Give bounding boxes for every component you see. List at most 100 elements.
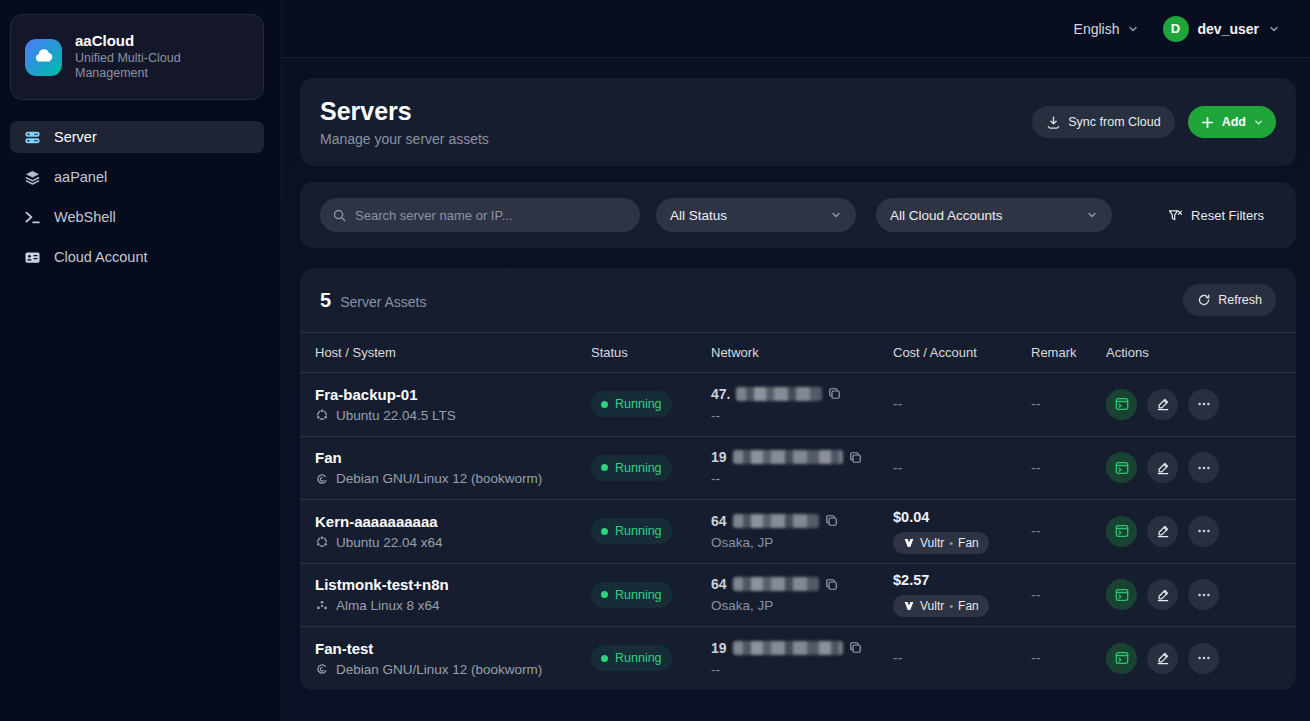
language-selector[interactable]: English (1074, 21, 1139, 37)
sidebar-item-label: Server (54, 129, 97, 145)
ip-redacted (736, 387, 822, 401)
account-provider: Vultr (920, 599, 944, 613)
cost-value: -- (893, 460, 902, 476)
sync-from-cloud-label: Sync from Cloud (1068, 115, 1160, 129)
language-label: English (1074, 21, 1120, 37)
user-name: dev_user (1198, 21, 1259, 37)
status-dot-icon (601, 655, 608, 662)
user-menu[interactable]: D dev_user (1163, 16, 1280, 42)
edit-button[interactable] (1147, 452, 1178, 483)
status-filter-select[interactable]: All Status (656, 198, 856, 232)
filter-bar: All Status All Cloud Accounts Reset Filt… (300, 182, 1296, 248)
sidebar-item-aapanel[interactable]: aaPanel (10, 161, 264, 193)
asset-count: 5 (320, 289, 331, 312)
column-header-network: Network (711, 345, 893, 360)
column-header-cost-account: Cost / Account (893, 345, 1031, 360)
alma-icon (315, 599, 329, 613)
cost-value: -- (893, 396, 902, 412)
layers-icon (24, 169, 41, 186)
cost-value: -- (893, 650, 902, 666)
pencil-icon (1155, 587, 1171, 603)
host-name: Listmonk-test+n8n (315, 576, 591, 593)
ip-redacted (733, 641, 843, 655)
dots-icon (1196, 396, 1212, 412)
brand-name: aaCloud (75, 32, 181, 51)
edit-button[interactable] (1147, 579, 1178, 610)
dots-icon (1196, 587, 1212, 603)
terminal-button[interactable] (1106, 643, 1137, 674)
search-icon (332, 208, 347, 223)
dots-icon (1196, 650, 1212, 666)
column-header-actions: Actions (1106, 345, 1296, 360)
host-name: Fan-test (315, 640, 591, 657)
pencil-icon (1155, 650, 1171, 666)
ip-prefix: 19 (711, 449, 727, 465)
sync-from-cloud-button[interactable]: Sync from Cloud (1032, 106, 1174, 138)
terminal-button[interactable] (1106, 389, 1137, 420)
funnel-x-icon (1168, 208, 1183, 223)
refresh-icon (1197, 293, 1211, 307)
account-filter-select[interactable]: All Cloud Accounts (876, 198, 1112, 232)
server-row: Fan-testDebian GNU/Linux 12 (bookworm)Ru… (300, 626, 1296, 690)
copy-icon[interactable] (849, 451, 862, 464)
edit-button[interactable] (1147, 516, 1178, 547)
terminal-window-icon (1114, 396, 1130, 412)
table-header-row: Host / SystemStatusNetworkCost / Account… (300, 333, 1296, 372)
copy-icon[interactable] (825, 578, 838, 591)
avatar: D (1163, 16, 1189, 42)
reset-filters-button[interactable]: Reset Filters (1168, 208, 1264, 223)
add-button[interactable]: Add (1188, 106, 1276, 138)
ubuntu-icon (315, 535, 329, 549)
page-header-card: Servers Manage your server assets Sync f… (300, 78, 1296, 166)
topbar: English D dev_user (282, 0, 1310, 58)
chevron-down-icon (1253, 117, 1264, 128)
reset-filters-label: Reset Filters (1191, 208, 1264, 223)
sidebar-item-cloud-account[interactable]: Cloud Account (10, 241, 264, 273)
more-actions-button[interactable] (1188, 452, 1219, 483)
account-name: Fan (958, 599, 979, 613)
host-name: Fra-backup-01 (315, 386, 591, 403)
more-actions-button[interactable] (1188, 516, 1219, 547)
cost-value: $2.57 (893, 572, 1031, 588)
server-row: Fra-backup-01Ubuntu 22.04.5 LTSRunning47… (300, 372, 1296, 436)
asset-count-label: Server Assets (340, 294, 426, 310)
sidebar-item-server[interactable]: Server (10, 121, 264, 153)
account-separator: • (949, 537, 953, 549)
status-label: Running (615, 524, 662, 538)
page-title: Servers (320, 97, 489, 126)
cloud-logo-icon (25, 39, 62, 76)
sidebar-item-webshell[interactable]: WebShell (10, 201, 264, 233)
status-label: Running (615, 651, 662, 665)
more-actions-button[interactable] (1188, 389, 1219, 420)
terminal-window-icon (1114, 650, 1130, 666)
pencil-icon (1155, 396, 1171, 412)
ip-redacted (733, 577, 819, 591)
copy-icon[interactable] (825, 514, 838, 527)
more-actions-button[interactable] (1188, 579, 1219, 610)
terminal-window-icon (1114, 460, 1130, 476)
search-input[interactable] (355, 208, 628, 223)
account-provider: Vultr (920, 536, 944, 550)
status-badge: Running (591, 645, 672, 671)
terminal-button[interactable] (1106, 452, 1137, 483)
column-header-host-system: Host / System (315, 345, 591, 360)
chevron-down-icon (1268, 23, 1280, 35)
edit-button[interactable] (1147, 389, 1178, 420)
copy-icon[interactable] (828, 387, 841, 400)
sidebar-item-label: Cloud Account (54, 249, 148, 265)
copy-icon[interactable] (849, 641, 862, 654)
search-box[interactable] (320, 198, 640, 232)
edit-button[interactable] (1147, 643, 1178, 674)
more-actions-button[interactable] (1188, 643, 1219, 674)
pencil-icon (1155, 523, 1171, 539)
status-label: Running (615, 461, 662, 475)
account-filter-value: All Cloud Accounts (890, 208, 1003, 223)
refresh-button[interactable]: Refresh (1183, 284, 1276, 316)
network-location: -- (711, 408, 893, 423)
terminal-button[interactable] (1106, 579, 1137, 610)
status-dot-icon (601, 401, 608, 408)
terminal-button[interactable] (1106, 516, 1137, 547)
account-badge: Vultr•Fan (893, 532, 989, 554)
ip-prefix: 47. (711, 386, 730, 402)
network-location: -- (711, 662, 893, 677)
